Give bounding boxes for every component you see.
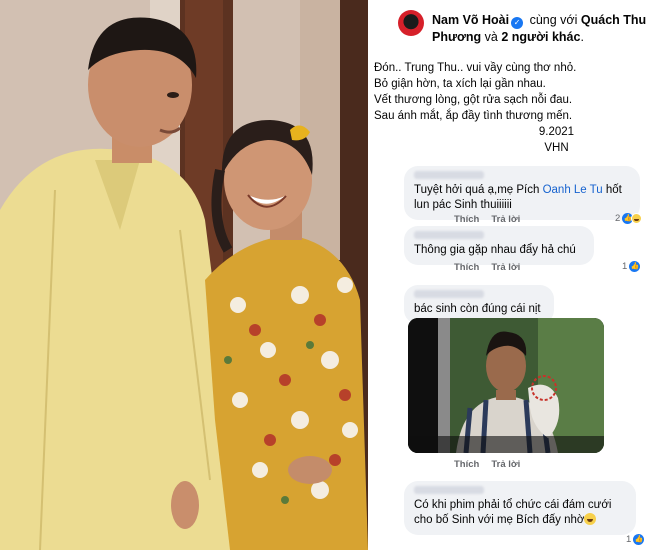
reply-button[interactable]: Trả lời — [491, 214, 520, 225]
laughing-emoji-icon — [584, 513, 597, 525]
author-name[interactable]: Nam Võ Hoài — [432, 13, 509, 27]
and-text: và — [484, 30, 498, 44]
facebook-post-panel: Nam Võ Hoài ✓ cùng với Quách Thu Phương v… — [368, 0, 650, 550]
caption-line: Đón.. Trung Thu.. vui vầy cùng thơ nhỏ. — [374, 62, 577, 74]
reaction-count: 1 — [626, 534, 632, 545]
comment-reactions[interactable]: 1 👍 — [626, 534, 645, 545]
reply-button[interactable]: Trả lời — [491, 459, 520, 470]
like-button[interactable]: Thích — [454, 214, 479, 225]
comment-text: Thông gia gặp nhau đẩy hả chú — [414, 244, 576, 256]
comment-bubble: Có khi phim phải tổ chức cái đám cưới ch… — [404, 481, 636, 535]
comment-mention-link[interactable]: Oanh Le Tu — [543, 184, 603, 196]
commenter-name-blurred — [414, 290, 484, 298]
post-photo[interactable] — [0, 0, 368, 550]
caption-signature-name: VHN — [544, 142, 569, 154]
commenter-name-blurred — [414, 231, 484, 239]
comment-actions: Thích Trả lời — [454, 262, 532, 273]
author-avatar[interactable] — [398, 10, 424, 36]
comment-actions: Thích Trả lời — [454, 459, 532, 470]
like-button[interactable]: Thích — [454, 262, 479, 273]
caption-signature-date: 9.2021 — [538, 126, 575, 138]
post-caption: Đón.. Trung Thu.. vui vầy cùng thơ nhỏ. … — [374, 60, 644, 156]
others-suffix: . — [580, 30, 584, 44]
caption-line: Bỏ giận hờn, ta xích lại gần nhau. — [374, 78, 546, 90]
comment-reactions[interactable]: 2 👍 — [615, 213, 643, 224]
like-reaction-icon: 👍 — [633, 534, 645, 545]
comment-text: bác sinh còn đúng cái nịt — [414, 303, 541, 315]
reply-button[interactable]: Trả lời — [491, 262, 520, 273]
comment-bubble: Thông gia gặp nhau đẩy hả chú — [404, 226, 594, 265]
like-reaction-icon: 👍 — [629, 261, 641, 272]
comment-text: Có khi phim phải tổ chức cái đám cưới ch… — [414, 498, 626, 528]
reaction-count: 2 — [615, 213, 621, 224]
commenter-name-blurred — [414, 171, 484, 179]
comment-text-part: Có khi phim phải tổ chức cái đám cưới ch… — [414, 499, 612, 526]
with-text: cùng với — [529, 13, 578, 27]
caption-line: Vết thương lòng, gột rửa sạch nỗi đau. — [374, 94, 573, 106]
comment-text-part: Tuyệt hởi quá ạ,mẹ Pích — [414, 184, 543, 196]
comment-reactions[interactable]: 1 👍 — [622, 261, 641, 272]
comment-gif-image[interactable] — [408, 318, 604, 453]
gif-illustration — [408, 318, 604, 453]
photo-illustration — [0, 0, 368, 550]
post-author-line: Nam Võ Hoài ✓ cùng với Quách Thu Phương v… — [432, 12, 647, 46]
haha-reaction-icon — [631, 213, 643, 224]
comment-bubble: Tuyệt hởi quá ạ,mẹ Pích Oanh Le Tu hốt l… — [404, 166, 640, 220]
caption-line: Sau ánh mắt, ắp đầy tình thương mến. — [374, 110, 573, 122]
comment-actions: Thích Trả lời — [454, 214, 532, 225]
post-header: Nam Võ Hoài ✓ cùng với Quách Thu Phương v… — [398, 4, 648, 44]
reaction-count: 1 — [622, 261, 628, 272]
comment-text: Tuyệt hởi quá ạ,mẹ Pích Oanh Le Tu hốt l… — [414, 183, 630, 213]
verified-badge-icon: ✓ — [511, 17, 524, 29]
commenter-name-blurred — [414, 486, 484, 494]
like-button[interactable]: Thích — [454, 459, 479, 470]
tagged-others-link[interactable]: 2 người khác — [501, 30, 580, 44]
